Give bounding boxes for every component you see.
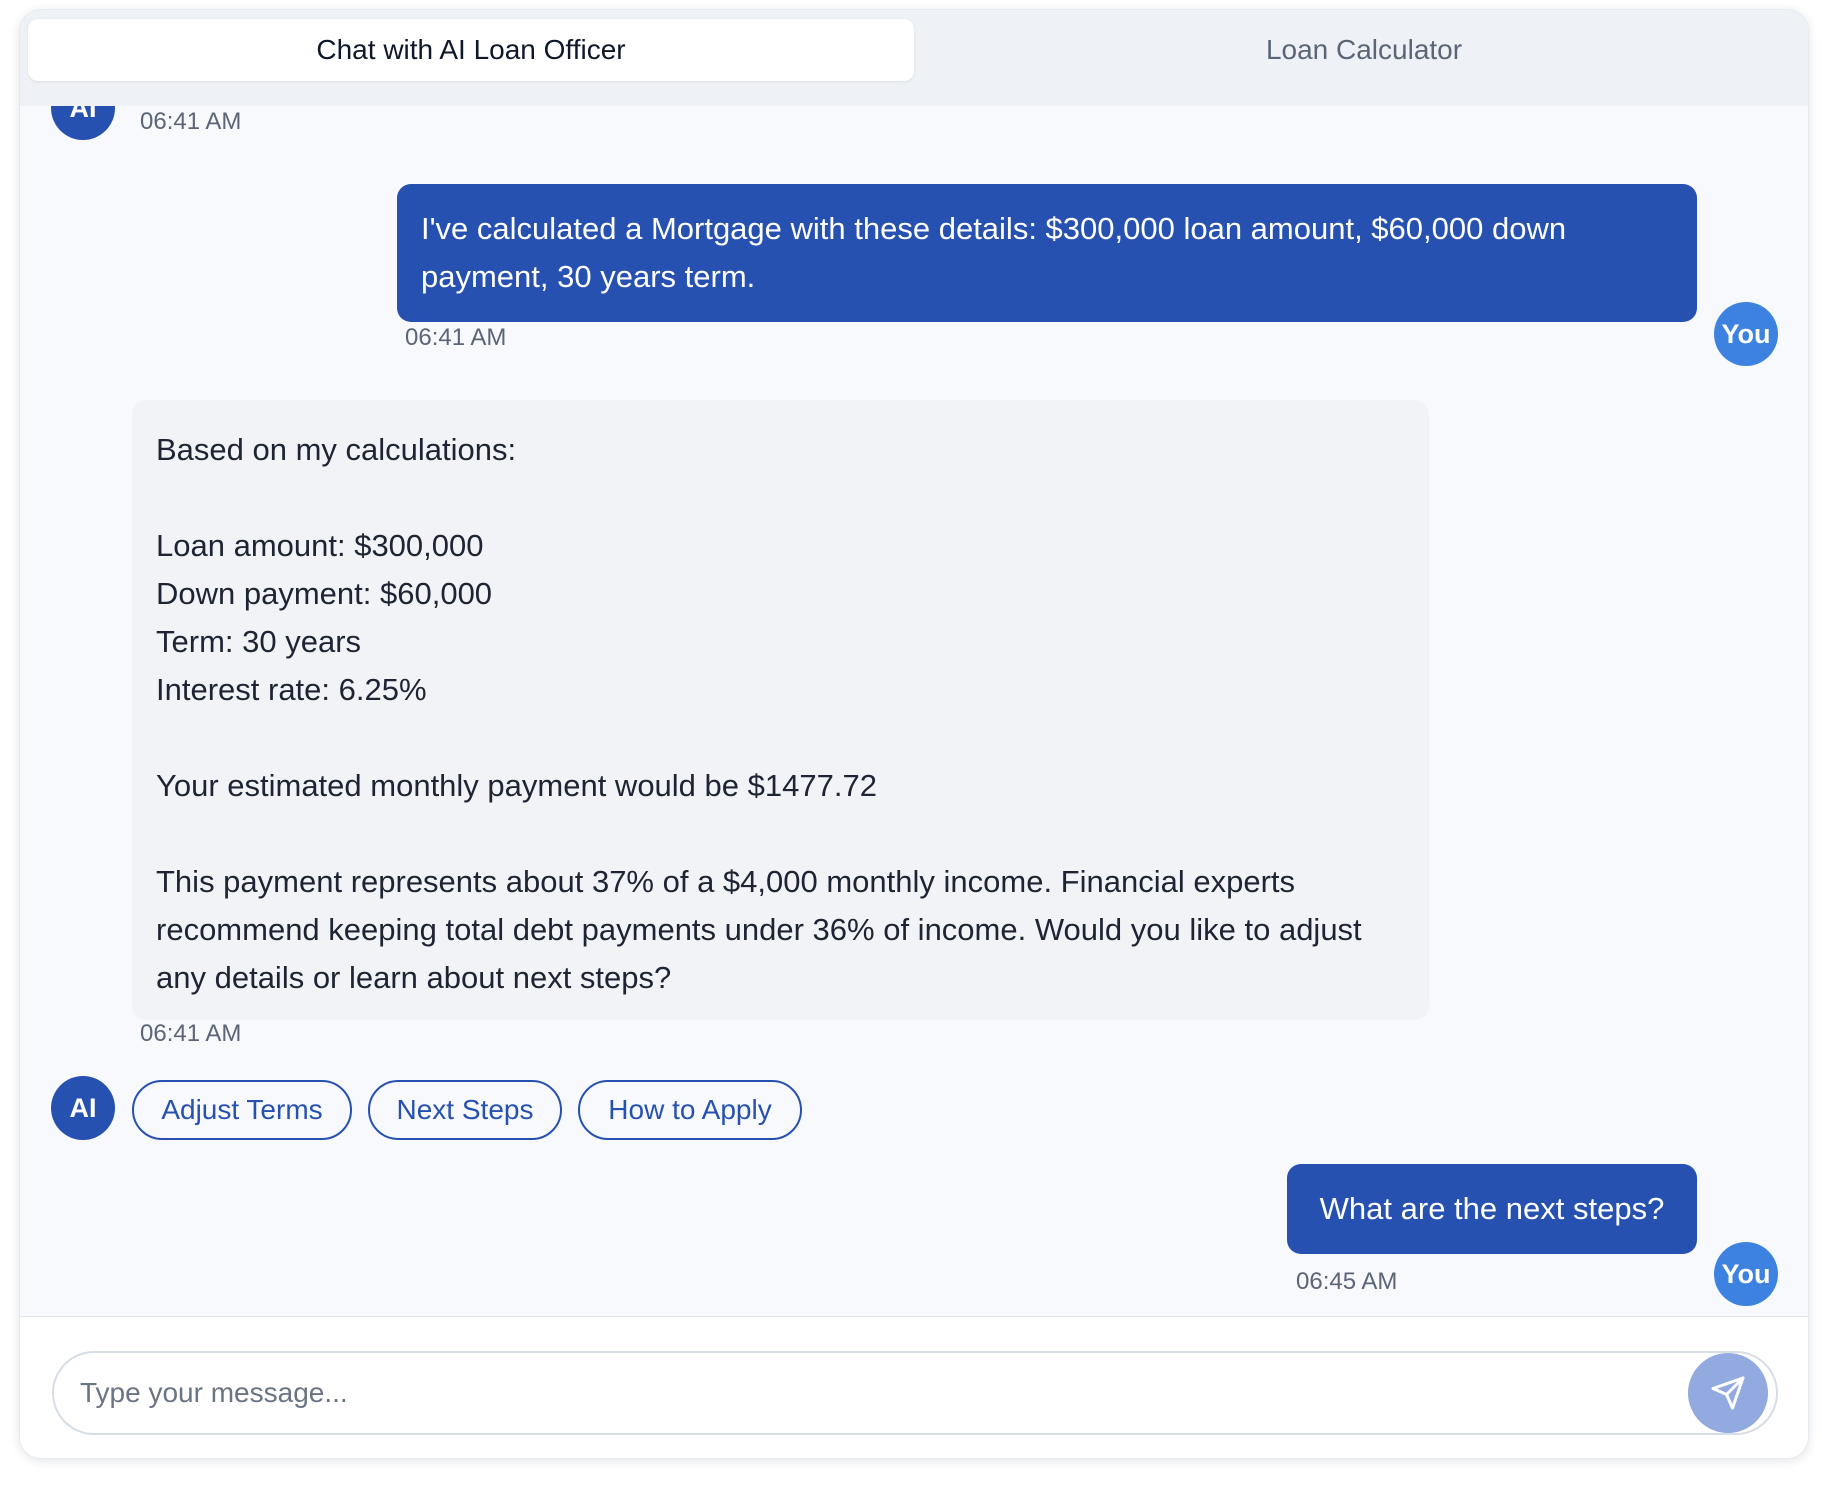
user-avatar: You <box>1714 1242 1778 1306</box>
composer <box>20 1316 1808 1458</box>
message-timestamp: 06:41 AM <box>140 1020 242 1047</box>
quick-reply-next-steps[interactable]: Next Steps <box>368 1080 562 1140</box>
tab-bar: Chat with AI Loan Officer Loan Calculato… <box>20 10 1808 106</box>
chat-window: Chat with AI Loan Officer Loan Calculato… <box>19 9 1809 1459</box>
tab-chat-with-ai-loan-officer[interactable]: Chat with AI Loan Officer <box>28 19 914 81</box>
ai-message-bubble: Based on my calculations: Loan amount: $… <box>132 400 1429 1020</box>
user-avatar: You <box>1714 302 1778 366</box>
tab-loan-calculator[interactable]: Loan Calculator <box>926 19 1802 81</box>
message-list[interactable]: AI 06:41 AM I've calculated a Mortgage w… <box>20 106 1808 1316</box>
ai-avatar: AI <box>51 1076 115 1140</box>
user-message-bubble: What are the next steps? <box>1287 1164 1697 1254</box>
quick-reply-how-to-apply[interactable]: How to Apply <box>578 1080 802 1140</box>
send-button[interactable] <box>1688 1353 1768 1433</box>
message-timestamp: 06:41 AM <box>405 324 507 351</box>
quick-reply-adjust-terms[interactable]: Adjust Terms <box>132 1080 352 1140</box>
user-message-bubble: I've calculated a Mortgage with these de… <box>397 184 1697 322</box>
message-timestamp: 06:41 AM <box>140 108 242 135</box>
ai-avatar: AI <box>51 106 115 140</box>
paper-plane-icon <box>1711 1376 1745 1410</box>
message-timestamp: 06:45 AM <box>1296 1268 1398 1295</box>
message-input[interactable] <box>52 1351 1778 1435</box>
